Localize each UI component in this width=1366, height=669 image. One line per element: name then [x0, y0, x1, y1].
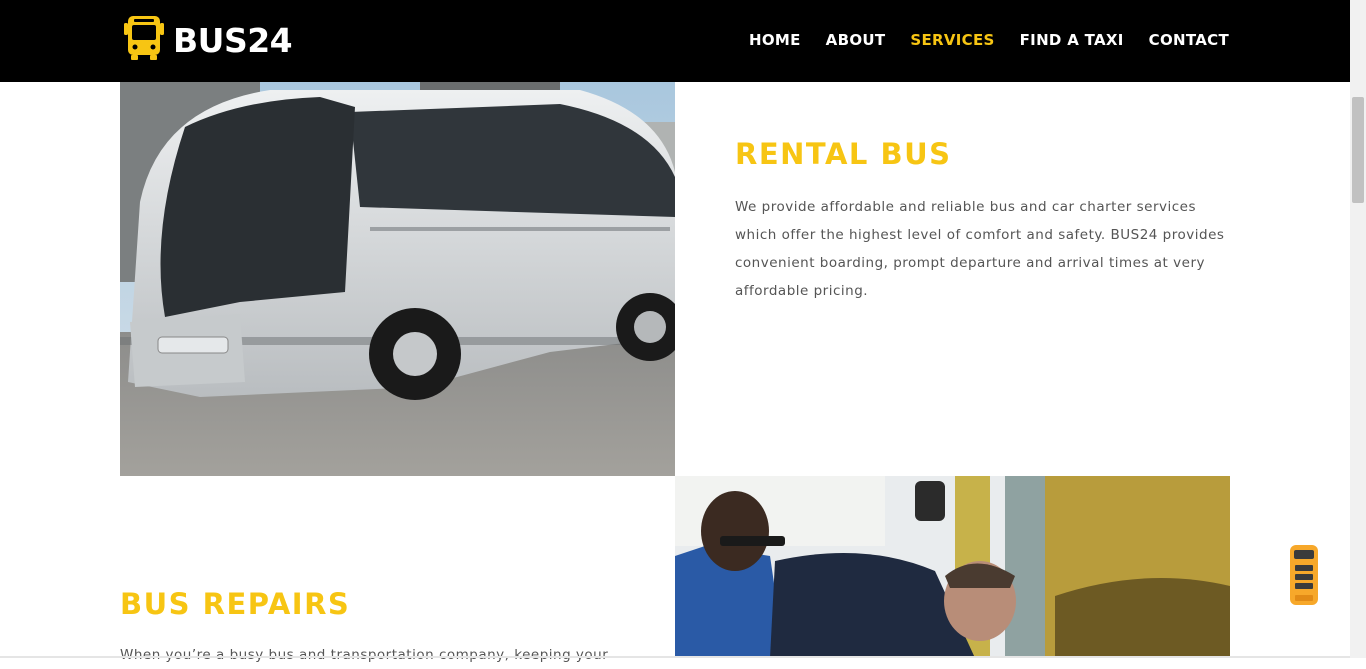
nav-about[interactable]: ABOUT: [826, 31, 886, 49]
rental-bus-title: RENTAL BUS: [735, 137, 952, 171]
main-nav: HOME ABOUT SERVICES FIND A TAXI CONTACT: [749, 31, 1229, 49]
rental-bus-image: [120, 82, 675, 476]
bus-icon: [123, 15, 165, 66]
nav-services[interactable]: SERVICES: [910, 31, 994, 49]
logo-text: BUS24: [173, 20, 293, 60]
bus-repairs-image: [675, 476, 1230, 658]
logo[interactable]: BUS24: [123, 15, 293, 66]
scrollbar-thumb[interactable]: [1352, 97, 1364, 203]
nav-contact[interactable]: CONTACT: [1149, 31, 1229, 49]
nav-find-a-taxi[interactable]: FIND A TAXI: [1020, 31, 1124, 49]
nav-home[interactable]: HOME: [749, 31, 801, 49]
site-header: BUS24 HOME ABOUT SERVICES FIND A TAXI CO…: [0, 0, 1350, 82]
floating-bus-button[interactable]: [1289, 543, 1319, 607]
bus-repairs-title: BUS REPAIRS: [120, 587, 351, 621]
bus-repairs-description: When you’re a busy bus and transportatio…: [120, 647, 609, 663]
rental-bus-description: We provide affordable and reliable bus a…: [735, 199, 1225, 299]
bus-icon: [1289, 545, 1319, 611]
